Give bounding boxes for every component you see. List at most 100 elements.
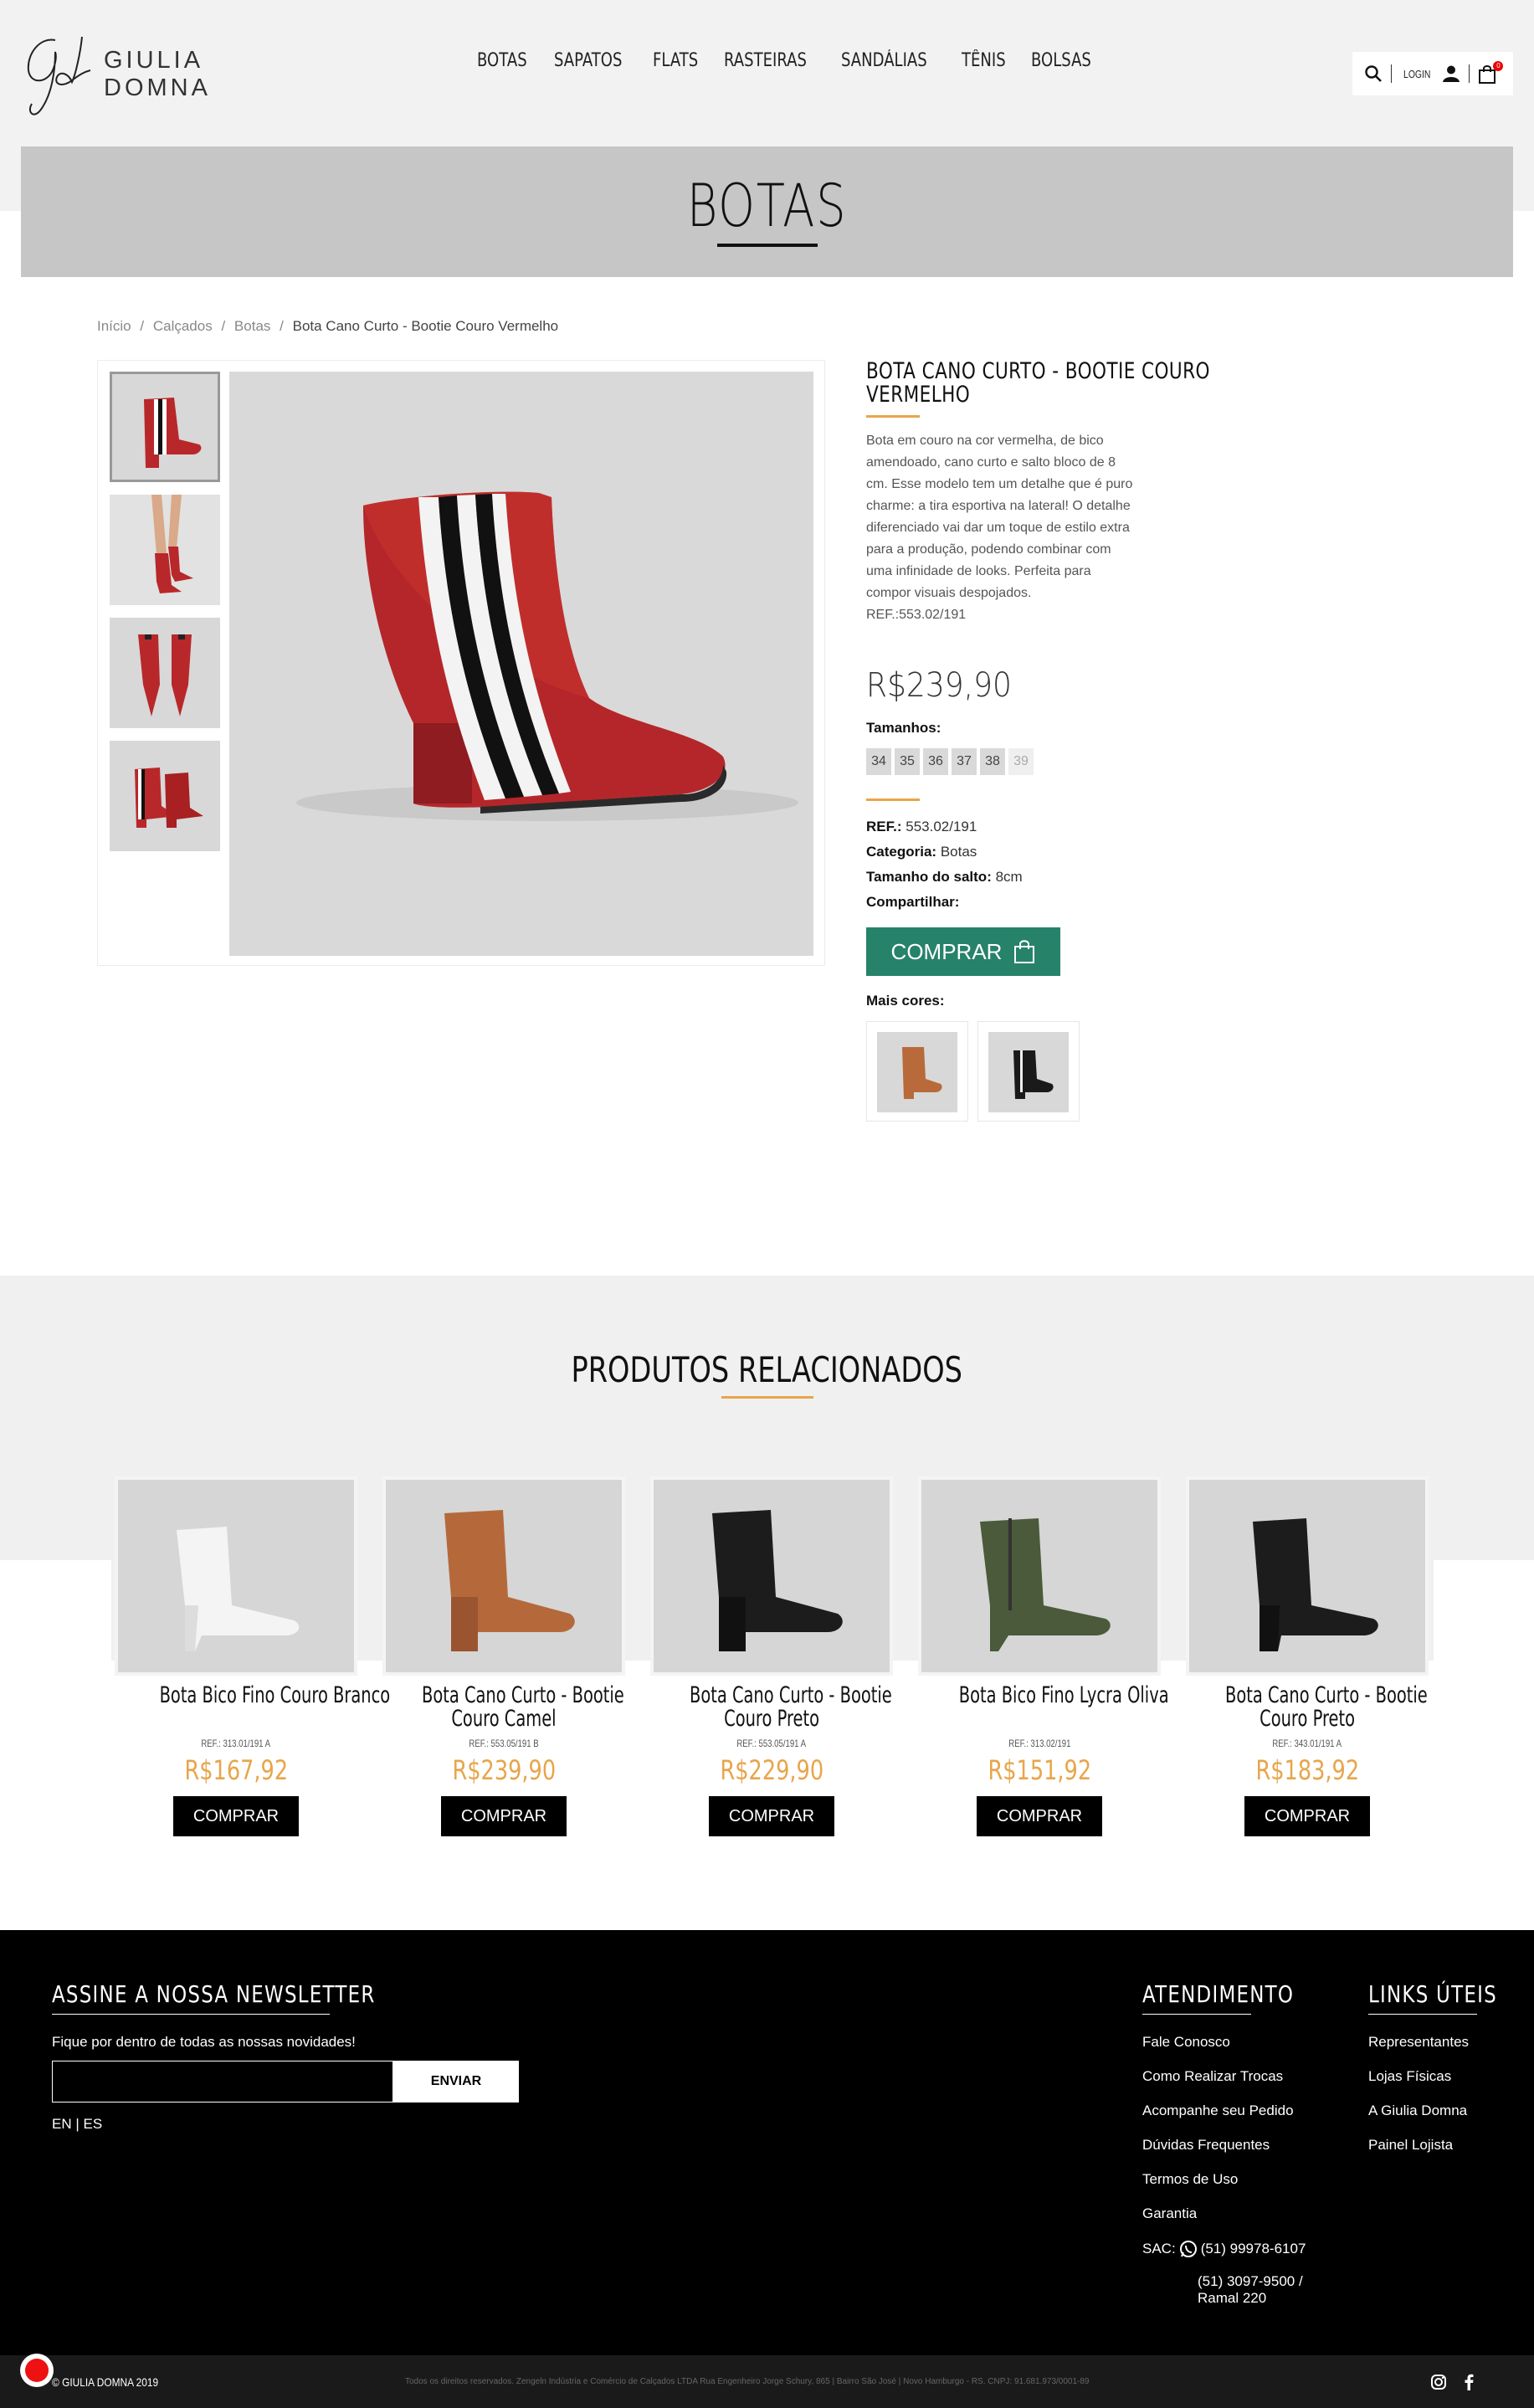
product-card-ref: REF.: 343.01/191 A — [1186, 1738, 1429, 1749]
color-variant-camel[interactable] — [866, 1021, 968, 1122]
nav-flats[interactable]: FLATS — [653, 50, 698, 71]
breadcrumb-calcados[interactable]: Calçados — [153, 318, 213, 334]
heel-value: 8cm — [995, 869, 1023, 885]
link-garantia[interactable]: Garantia — [1142, 2205, 1197, 2222]
main-product-image[interactable] — [229, 372, 813, 956]
link-a-giulia-domna[interactable]: A Giulia Domna — [1368, 2103, 1467, 2119]
link-representantes[interactable]: Representantes — [1368, 2034, 1469, 2051]
product-card-name-line-1: Bota Bico Fino Lycra Oliva — [958, 1682, 1169, 1708]
facebook-icon[interactable] — [1463, 2374, 1475, 2390]
size-option-38[interactable]: 38 — [980, 748, 1005, 775]
link-termos[interactable]: Termos de Uso — [1142, 2171, 1238, 2188]
title-accent-line — [866, 415, 920, 418]
product-card-name-line-1: Bota Cano Curto - Bootie — [1225, 1682, 1428, 1708]
product-card-name[interactable]: Bota Bico Fino Lycra Oliva — [918, 1684, 1169, 1733]
product-card-buy-button[interactable]: COMPRAR — [709, 1796, 834, 1836]
link-trocas[interactable]: Como Realizar Trocas — [1142, 2068, 1283, 2085]
notification-bell-button[interactable] — [20, 2354, 54, 2387]
search-icon[interactable] — [1364, 64, 1383, 83]
product-card-name[interactable]: Bota Cano Curto - Bootie Couro Preto — [650, 1684, 893, 1733]
size-option-37[interactable]: 37 — [952, 748, 977, 775]
instagram-icon[interactable] — [1430, 2374, 1447, 2390]
nav-rasteiras[interactable]: RASTEIRAS — [724, 50, 807, 71]
sac-row: SAC: (51) 99978-6107 — [1142, 2240, 1306, 2258]
olive-boot-image — [921, 1480, 1157, 1672]
product-card-price-text: R$229,90 — [720, 1754, 823, 1786]
product-card[interactable]: Bota Cano Curto - Bootie Couro Preto REF.… — [1186, 1476, 1429, 1836]
thumbnail-worn-view[interactable] — [110, 495, 220, 605]
product-card-image[interactable] — [382, 1476, 625, 1676]
thumbnail-front-view[interactable] — [110, 618, 220, 728]
product-card-name[interactable]: Bota Cano Curto - Bootie Couro Camel — [382, 1684, 625, 1733]
product-card[interactable]: Bota Bico Fino Couro Branco REF.: 313.01… — [115, 1476, 391, 1836]
useful-links-underline — [1368, 2014, 1477, 2015]
product-card-buy-button[interactable]: COMPRAR — [977, 1796, 1102, 1836]
login-link[interactable]: LOGIN — [1403, 68, 1430, 80]
shopping-bag-icon — [1014, 940, 1035, 963]
link-fale-conosco[interactable]: Fale Conosco — [1142, 2034, 1230, 2051]
notification-icon — [25, 2359, 49, 2382]
thumbnail-pair-view[interactable] — [110, 741, 220, 851]
sac-phone[interactable]: (51) 3097-9500 / — [1198, 2273, 1303, 2290]
boot-image — [112, 374, 218, 480]
product-card-name-line-2: Couro Preto — [1260, 1706, 1355, 1732]
product-card[interactable]: Bota Cano Curto - Bootie Couro Camel REF.… — [382, 1476, 625, 1836]
product-title-line-2: VERMELHO — [866, 382, 971, 408]
newsletter-title: ASSINE A NOSSA NEWSLETTER — [52, 1980, 446, 2008]
product-card[interactable]: Bota Cano Curto - Bootie Couro Preto REF.… — [650, 1476, 893, 1836]
monogram-icon — [27, 36, 91, 116]
color-variant-black[interactable] — [977, 1021, 1080, 1122]
boot-image — [110, 495, 220, 605]
nav-tenis[interactable]: TÊNIS — [962, 50, 1006, 71]
product-card-price: R$151,92 — [918, 1754, 1161, 1786]
newsletter-send-button[interactable]: ENVIAR — [393, 2061, 519, 2103]
breadcrumb-separator: / — [221, 318, 226, 334]
product-card-name[interactable]: Bota Bico Fino Couro Branco — [115, 1684, 391, 1733]
share-label: Compartilhar: — [866, 894, 960, 910]
ref-row: REF.: 553.02/191 — [866, 819, 977, 835]
useful-links-title: LINKS ÚTEIS — [1368, 1980, 1526, 2008]
newsletter-email-input[interactable] — [52, 2061, 393, 2103]
brand-logo[interactable]: GIULIA DOMNA — [23, 28, 300, 121]
product-card-price: R$239,90 — [382, 1754, 625, 1786]
product-card[interactable]: Bota Bico Fino Lycra Oliva REF.: 313.02/… — [918, 1476, 1169, 1836]
link-acompanhe-pedido[interactable]: Acompanhe seu Pedido — [1142, 2103, 1294, 2119]
link-duvidas[interactable]: Dúvidas Frequentes — [1142, 2137, 1270, 2154]
boot-image — [110, 741, 220, 851]
sac-whatsapp-phone[interactable]: (51) 99978-6107 — [1201, 2241, 1306, 2257]
nav-bolsas[interactable]: BOLSAS — [1031, 50, 1091, 71]
link-painel-lojista[interactable]: Painel Lojista — [1368, 2137, 1453, 2154]
product-card-buy-button[interactable]: COMPRAR — [441, 1796, 567, 1836]
product-card-image[interactable] — [1186, 1476, 1429, 1676]
size-option-35[interactable]: 35 — [895, 748, 920, 775]
nav-sandalias[interactable]: SANDÁLIAS — [841, 50, 927, 71]
link-lojas-fisicas[interactable]: Lojas Físicas — [1368, 2068, 1451, 2085]
product-card-name[interactable]: Bota Cano Curto - Bootie Couro Preto — [1186, 1684, 1429, 1733]
variant-image — [877, 1032, 957, 1112]
breadcrumb-home[interactable]: Início — [97, 318, 131, 334]
size-option-34[interactable]: 34 — [866, 748, 891, 775]
buy-button[interactable]: COMPRAR — [866, 927, 1060, 976]
lang-es-link[interactable]: ES — [84, 2116, 103, 2132]
lang-en-link[interactable]: EN — [52, 2116, 72, 2132]
cart-button[interactable]: 0 — [1478, 61, 1504, 85]
size-option-36[interactable]: 36 — [923, 748, 948, 775]
product-card-buy-button[interactable]: COMPRAR — [173, 1796, 299, 1836]
category-value[interactable]: Botas — [941, 844, 977, 860]
red-bootie-image — [229, 372, 813, 956]
product-card-image[interactable] — [650, 1476, 893, 1676]
sac-label: SAC: — [1142, 2241, 1176, 2257]
product-card-ref-text: REF.: 343.01/191 A — [1272, 1738, 1342, 1749]
breadcrumb-botas[interactable]: Botas — [234, 318, 270, 334]
main-nav: BOTAS SAPATOS FLATS RASTEIRAS SANDÁLIAS … — [477, 50, 1132, 71]
category-banner: BOTAS — [21, 146, 1513, 277]
user-icon[interactable] — [1442, 64, 1460, 83]
related-title-text: PRODUTOS RELACIONADOS — [571, 1349, 963, 1390]
product-card-image[interactable] — [115, 1476, 357, 1676]
product-card-buy-button[interactable]: COMPRAR — [1244, 1796, 1370, 1836]
thumbnail-side-view[interactable] — [110, 372, 220, 482]
nav-botas[interactable]: BOTAS — [477, 50, 527, 71]
legal-text: Todos os direitos reservados. Zengeln In… — [405, 2377, 1090, 2386]
nav-sapatos[interactable]: SAPATOS — [554, 50, 622, 71]
product-card-image[interactable] — [918, 1476, 1161, 1676]
